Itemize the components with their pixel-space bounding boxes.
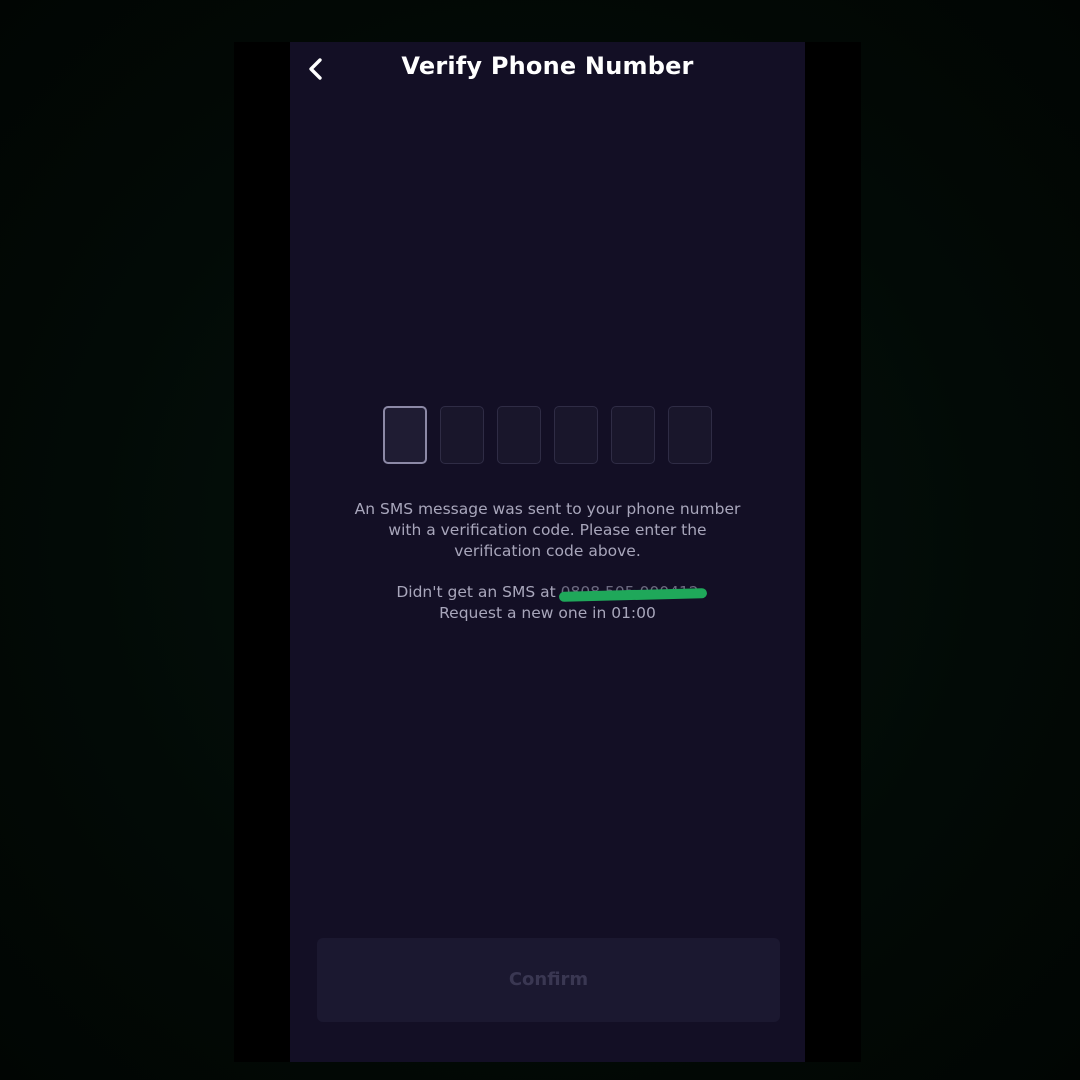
resend-info: Didn't get an SMS at 0808 505 000412 Req… [330,582,765,624]
resend-prefix: Didn't get an SMS at [396,583,561,601]
code-digit-2[interactable] [440,406,484,464]
phone-number-wrapper: 0808 505 000412 [558,582,707,603]
confirm-button[interactable]: Confirm [317,938,780,1022]
message-line-3: verification code above. [454,542,641,560]
message-line-1: An SMS message was sent to your phone nu… [354,500,741,518]
resend-countdown[interactable]: Request a new one in 01:00 [330,603,765,624]
code-digit-4[interactable] [554,406,598,464]
verification-code-input[interactable] [383,406,715,466]
header: Verify Phone Number [290,42,805,94]
code-digit-1[interactable] [383,406,427,464]
message-line-2: with a verification code. Please enter t… [388,521,707,539]
resend-line: Didn't get an SMS at 0808 505 000412 [330,582,765,603]
page-title: Verify Phone Number [401,52,694,80]
phone-screen: Verify Phone Number An SMS message was s… [290,42,805,1062]
sms-sent-message: An SMS message was sent to your phone nu… [330,499,765,562]
code-digit-5[interactable] [611,406,655,464]
code-digit-6[interactable] [668,406,712,464]
code-digit-3[interactable] [497,406,541,464]
